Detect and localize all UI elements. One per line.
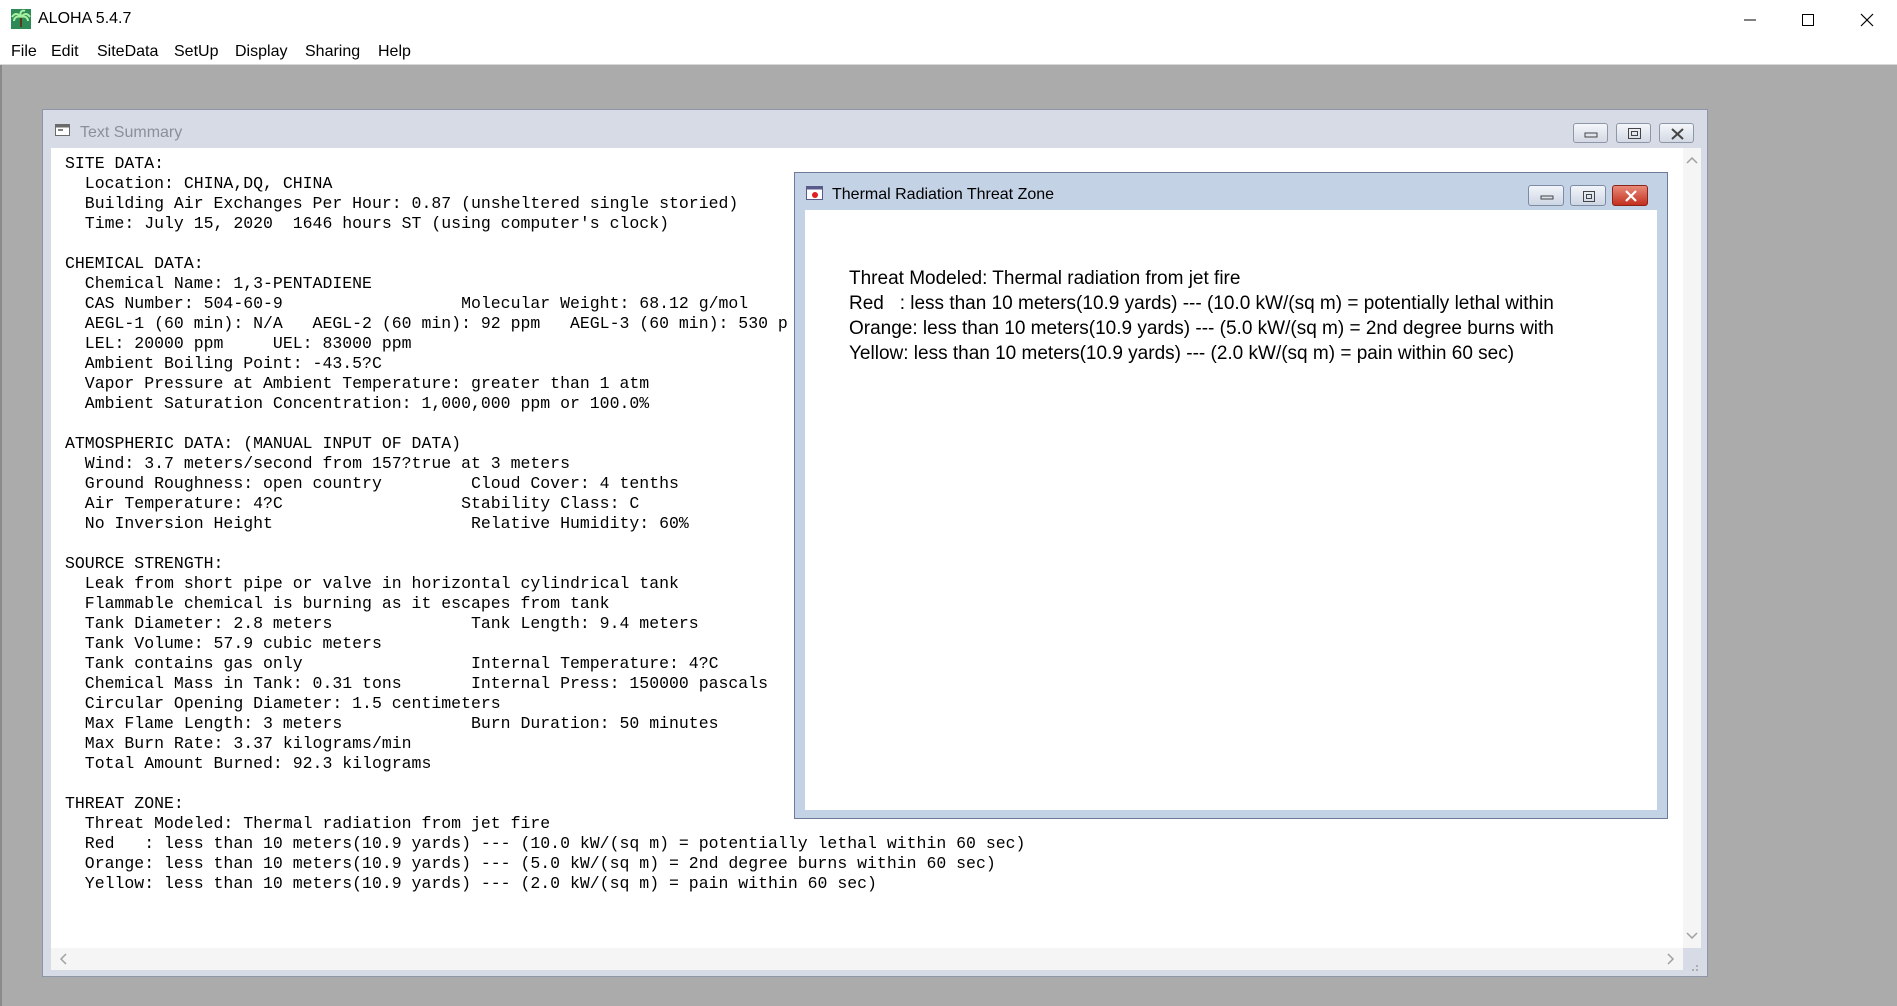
threat-zone-text: Threat Modeled: Thermal radiation from j… [849, 266, 1554, 366]
app-titlebar: ALOHA 5.4.7 [0, 0, 1897, 39]
threat-zone-line: Red : less than 10 meters(10.9 yards) --… [849, 293, 1554, 314]
close-icon [1625, 190, 1637, 202]
menu-display[interactable]: Display [235, 43, 287, 61]
minimize-icon [1584, 132, 1598, 138]
close-icon [1860, 13, 1874, 26]
maximize-icon [1802, 13, 1814, 26]
threat-zone-minimize-button[interactable] [1528, 185, 1564, 206]
close-button[interactable] [1838, 0, 1896, 39]
palm-tree-icon [11, 9, 31, 29]
summary-line: SITE DATA: [65, 154, 165, 173]
text-summary-titlebar[interactable]: Text Summary [43, 110, 1707, 148]
close-icon [1671, 128, 1684, 140]
threat-zone-window[interactable]: Thermal Radiation Threat Zone Threat Mod… [794, 172, 1668, 819]
horizontal-scrollbar[interactable] [51, 948, 1683, 970]
threat-zone-line: Orange: less than 10 meters(10.9 yards) … [849, 318, 1554, 339]
scroll-right-icon [1667, 953, 1675, 965]
workspace-border [0, 65, 2, 1006]
threat-zone-titlebar[interactable]: Thermal Radiation Threat Zone [795, 173, 1667, 209]
menu-sharing[interactable]: Sharing [305, 43, 360, 61]
scroll-up-icon [1686, 156, 1698, 164]
maximize-button[interactable] [1779, 0, 1837, 39]
menu-setup[interactable]: SetUp [174, 43, 218, 61]
text-summary-title: Text Summary [80, 124, 183, 141]
app-title: ALOHA 5.4.7 [38, 10, 132, 27]
vertical-scrollbar[interactable] [1683, 148, 1701, 948]
text-summary-restore-button[interactable] [1616, 123, 1651, 143]
text-window-icon [55, 124, 70, 136]
threat-zone-title: Thermal Radiation Threat Zone [832, 186, 1055, 203]
resize-grip-icon[interactable] [1689, 962, 1699, 972]
scroll-down-icon [1686, 932, 1698, 940]
text-summary-minimize-button[interactable] [1573, 123, 1608, 143]
menu-bar: File Edit SiteData SetUp Display Sharing… [0, 39, 1897, 65]
threat-zone-close-button[interactable] [1612, 185, 1648, 206]
threat-zone-window-icon [806, 186, 823, 200]
menu-sitedata[interactable]: SiteData [97, 43, 158, 61]
text-summary-close-button[interactable] [1659, 123, 1694, 143]
scroll-left-icon [59, 953, 67, 965]
threat-zone-line: Threat Modeled: Thermal radiation from j… [849, 268, 1241, 289]
menu-file[interactable]: File [11, 43, 37, 61]
threat-zone-line: Yellow: less than 10 meters(10.9 yards) … [849, 343, 1515, 364]
minimize-icon [1540, 195, 1554, 200]
summary-line: Red : less than 10 meters(10.9 yards) --… [65, 834, 1026, 853]
restore-icon [1628, 128, 1641, 139]
restore-icon [1583, 191, 1595, 202]
threat-zone-content: Threat Modeled: Thermal radiation from j… [805, 210, 1657, 810]
summary-line: Orange: less than 10 meters(10.9 yards) … [65, 854, 996, 873]
menu-help[interactable]: Help [378, 43, 411, 61]
horizontal-scrollbar-area [43, 948, 1707, 978]
menu-edit[interactable]: Edit [51, 43, 79, 61]
threat-zone-restore-button[interactable] [1570, 185, 1606, 206]
summary-line: Yellow: less than 10 meters(10.9 yards) … [65, 874, 877, 893]
minimize-icon [1744, 19, 1756, 20]
minimize-button[interactable] [1721, 0, 1779, 39]
